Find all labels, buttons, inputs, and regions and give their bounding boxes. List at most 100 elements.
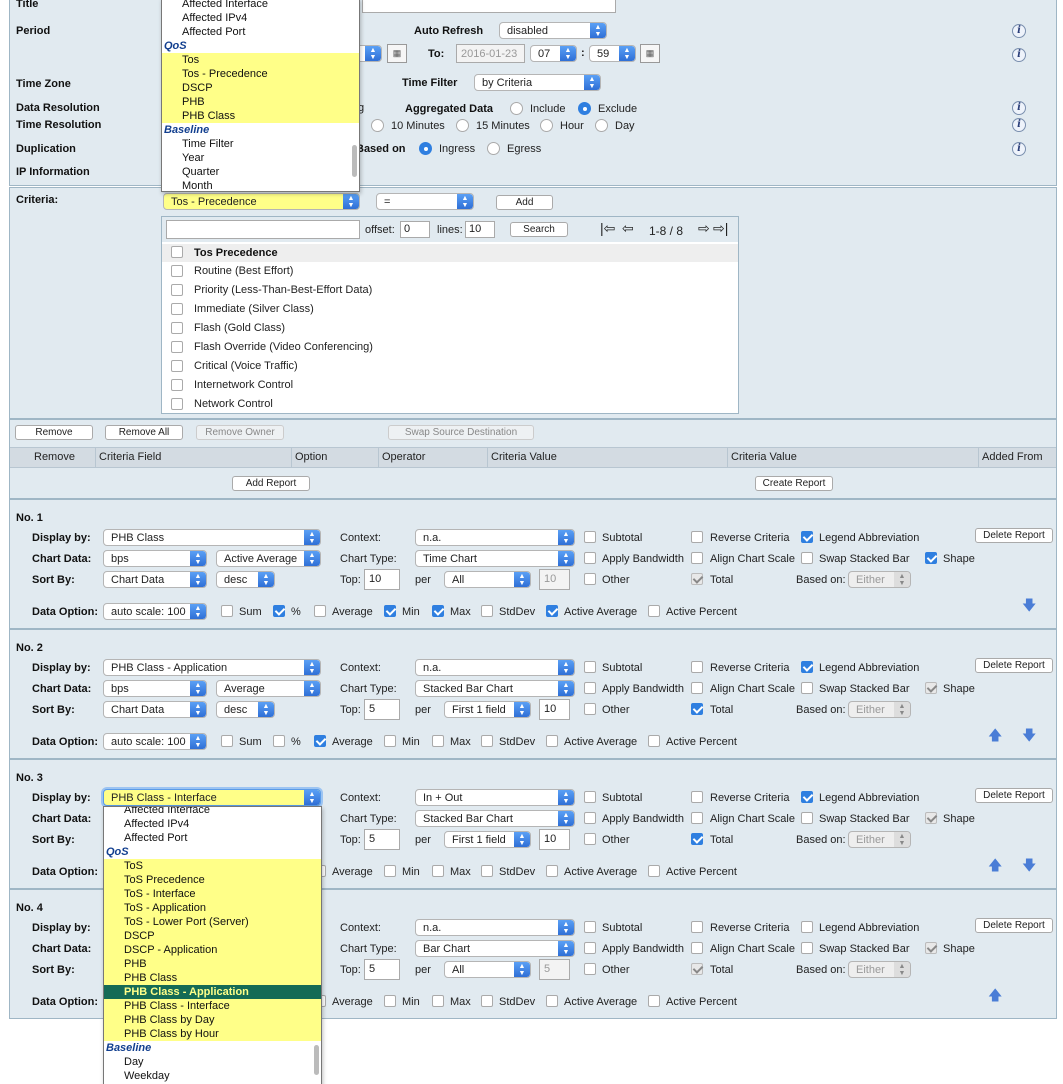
list-item[interactable]: Network Control xyxy=(194,398,273,410)
subtotal-checkbox[interactable] xyxy=(584,531,596,543)
legend-abbreviation-checkbox[interactable] xyxy=(801,661,813,673)
context-select[interactable]: n.a. ▲ ▼ xyxy=(415,529,575,546)
display-by-select[interactable]: PHB Class - Application▲▼ xyxy=(103,659,321,676)
active-average-checkbox[interactable] xyxy=(546,605,558,617)
per-count-input[interactable]: 10 xyxy=(539,829,570,850)
per-select[interactable]: First 1 field ▲ ▼ xyxy=(444,701,531,718)
top-input[interactable]: 5 xyxy=(364,699,400,720)
display-by-dropdown[interactable]: Affected Interface Affected IPv4 Affected … xyxy=(103,806,322,1084)
top-input[interactable]: 10 xyxy=(364,569,400,590)
chart-type-select[interactable]: Bar Chart ▲ ▼ xyxy=(415,940,575,957)
last-page-icon[interactable]: ⇨| xyxy=(713,220,728,237)
stddev-checkbox[interactable] xyxy=(481,995,493,1007)
dropdown-option[interactable]: Day xyxy=(104,1055,321,1069)
remove-button[interactable]: Remove xyxy=(15,425,93,440)
total-checkbox[interactable] xyxy=(691,833,703,845)
swap-stacked-bar-checkbox[interactable] xyxy=(801,812,813,824)
apply-bandwidth-checkbox[interactable] xyxy=(584,552,596,564)
to-hour-select[interactable]: 07 ▲ ▼ xyxy=(530,45,577,62)
offset-input[interactable]: 0 xyxy=(400,221,430,238)
dropdown-option[interactable]: PHB xyxy=(162,95,359,109)
other-checkbox[interactable] xyxy=(584,833,596,845)
based-on-select[interactable]: Either ▲ ▼ xyxy=(848,701,911,718)
create-report-button[interactable]: Create Report xyxy=(755,476,833,491)
max-checkbox[interactable] xyxy=(432,995,444,1007)
delete-report-button[interactable]: Delete Report xyxy=(975,528,1053,543)
min-checkbox[interactable] xyxy=(384,865,396,877)
move-up-arrow-icon[interactable]: 🡅 xyxy=(988,725,1002,749)
shape-checkbox[interactable] xyxy=(925,942,937,954)
display-by-select[interactable]: PHB Class - Interface ▲ ▼ xyxy=(103,789,321,806)
info-icon[interactable]: i xyxy=(1012,118,1026,132)
dropdown-option[interactable]: Quarter xyxy=(162,165,359,179)
dropdown-scrollbar[interactable] xyxy=(314,1045,319,1075)
dropdown-option[interactable]: PHB xyxy=(104,957,321,971)
move-down-arrow-icon[interactable]: 🡇 xyxy=(1022,855,1036,879)
select-all-checkbox[interactable] xyxy=(171,246,183,258)
tr-hour-radio[interactable] xyxy=(540,119,553,132)
subtotal-checkbox[interactable] xyxy=(584,921,596,933)
shape-checkbox[interactable] xyxy=(925,552,937,564)
tr-day-radio[interactable] xyxy=(595,119,608,132)
list-item[interactable]: Internetwork Control xyxy=(194,379,293,391)
min-checkbox[interactable] xyxy=(384,735,396,747)
chart-type-select[interactable]: Stacked Bar Chart ▲ ▼ xyxy=(415,680,575,697)
dropdown-option[interactable]: Affected IPv4 xyxy=(162,11,359,25)
stddev-checkbox[interactable] xyxy=(481,605,493,617)
list-item-checkbox[interactable] xyxy=(171,303,183,315)
delete-report-button[interactable]: Delete Report xyxy=(975,788,1053,803)
first-page-icon[interactable]: |⇦ xyxy=(600,220,615,237)
legend-abbreviation-checkbox[interactable] xyxy=(801,921,813,933)
exclude-radio[interactable] xyxy=(578,102,591,115)
other-checkbox[interactable] xyxy=(584,703,596,715)
stddev-checkbox[interactable] xyxy=(481,865,493,877)
align-chart-scale-checkbox[interactable] xyxy=(691,552,703,564)
shape-checkbox[interactable] xyxy=(925,812,937,824)
other-checkbox[interactable] xyxy=(584,573,596,585)
list-item[interactable]: Priority (Less-Than-Best-Effort Data) xyxy=(194,284,372,296)
dropdown-option[interactable]: DSCP xyxy=(104,929,321,943)
other-checkbox[interactable] xyxy=(584,963,596,975)
dropdown-option[interactable]: ToS Precedence xyxy=(104,873,321,887)
dropdown-option[interactable]: ToS - Application xyxy=(104,901,321,915)
align-chart-scale-checkbox[interactable] xyxy=(691,682,703,694)
swap-stacked-bar-checkbox[interactable] xyxy=(801,682,813,694)
search-button[interactable]: Search xyxy=(510,222,568,237)
legend-abbreviation-checkbox[interactable] xyxy=(801,531,813,543)
list-item-checkbox[interactable] xyxy=(171,398,183,410)
sort-by-select[interactable]: Chart Data▲▼ xyxy=(103,571,207,588)
active-percent-checkbox[interactable] xyxy=(648,735,660,747)
ingress-radio[interactable] xyxy=(419,142,432,155)
info-icon[interactable]: i xyxy=(1012,24,1026,38)
to-minute-select[interactable]: 59 ▲ ▼ xyxy=(589,45,636,62)
auto-refresh-select[interactable]: disabled ▲ ▼ xyxy=(499,22,607,39)
sum-checkbox[interactable] xyxy=(221,605,233,617)
dropdown-option[interactable]: ToS - Interface xyxy=(104,887,321,901)
dropdown-scrollbar[interactable] xyxy=(352,145,357,177)
reverse-criteria-checkbox[interactable] xyxy=(691,791,703,803)
total-checkbox[interactable] xyxy=(691,573,703,585)
remove-owner-button[interactable]: Remove Owner xyxy=(196,425,284,440)
sort-order-select[interactable]: desc▲▼ xyxy=(216,701,275,718)
list-item-checkbox[interactable] xyxy=(171,284,183,296)
dropdown-option[interactable]: Weekday xyxy=(104,1069,321,1083)
chart-type-select[interactable]: Stacked Bar Chart ▲ ▼ xyxy=(415,810,575,827)
sort-by-select[interactable]: Chart Data▲▼ xyxy=(103,701,207,718)
active-percent-checkbox[interactable] xyxy=(648,605,660,617)
total-checkbox[interactable] xyxy=(691,703,703,715)
swap-stacked-bar-checkbox[interactable] xyxy=(801,942,813,954)
dropdown-option[interactable]: DSCP - Application xyxy=(104,943,321,957)
list-item[interactable]: Flash Override (Video Conferencing) xyxy=(194,341,373,353)
chart-data-unit-select[interactable]: bps▲▼ xyxy=(103,680,207,697)
dropdown-option[interactable]: Tos xyxy=(162,53,359,67)
sort-order-select[interactable]: desc▲▼ xyxy=(216,571,275,588)
active-average-checkbox[interactable] xyxy=(546,995,558,1007)
criteria-field-select[interactable]: Tos - Precedence ▲ ▼ xyxy=(163,193,360,210)
list-item-checkbox[interactable] xyxy=(171,265,183,277)
subtotal-checkbox[interactable] xyxy=(584,661,596,673)
list-item[interactable]: Critical (Voice Traffic) xyxy=(194,360,298,372)
move-up-arrow-icon[interactable]: 🡅 xyxy=(988,855,1002,879)
reverse-criteria-checkbox[interactable] xyxy=(691,531,703,543)
dropdown-option[interactable]: PHB Class - Interface xyxy=(104,999,321,1013)
tr-10min-radio[interactable] xyxy=(371,119,384,132)
